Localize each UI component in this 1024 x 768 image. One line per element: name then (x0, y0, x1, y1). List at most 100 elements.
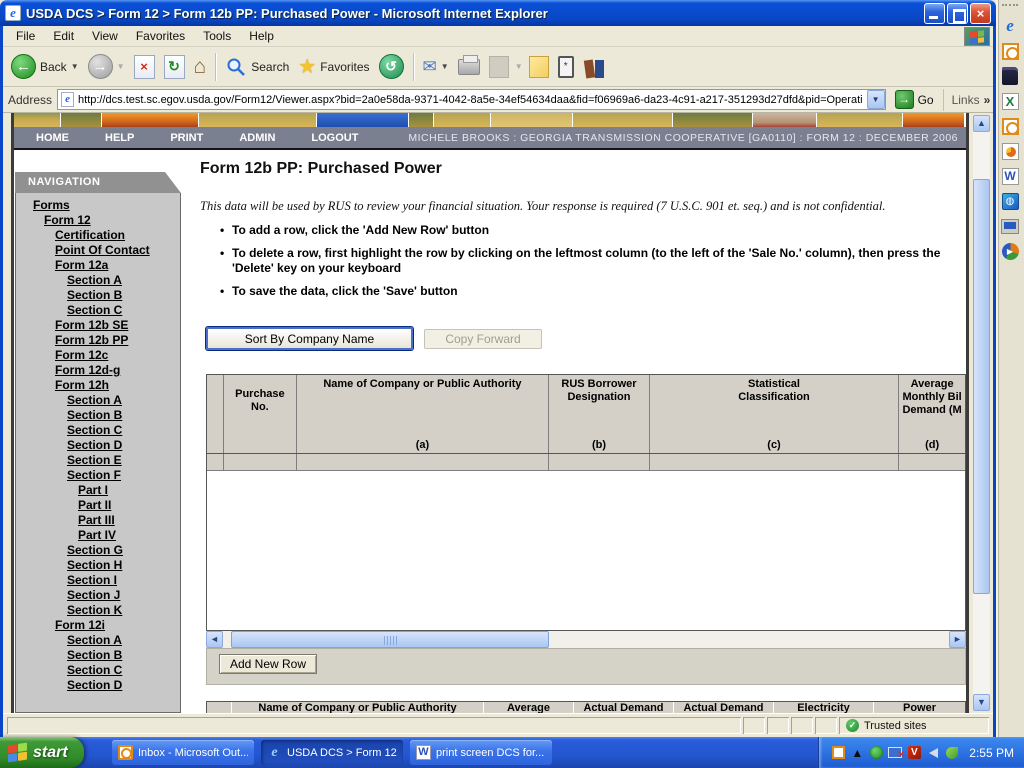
address-book-icon[interactable] (1000, 66, 1020, 86)
sidebar-link[interactable]: Form 12d-g (16, 363, 180, 378)
start-button[interactable]: start (0, 737, 84, 768)
site-nav-link[interactable]: ADMIN (239, 132, 275, 144)
menu-item[interactable]: View (83, 27, 127, 45)
scroll-left-arrow[interactable]: ◄ (206, 631, 223, 648)
edit-button[interactable] (486, 55, 512, 79)
scrollbar-thumb[interactable] (973, 179, 990, 594)
history-button[interactable]: ↺ (376, 53, 407, 80)
row-selector-header[interactable] (207, 375, 224, 453)
sidebar-link[interactable]: Section C (16, 663, 180, 678)
sort-by-company-button[interactable]: Sort By Company Name (206, 327, 413, 350)
table-cell[interactable] (224, 454, 297, 470)
table-cell[interactable] (899, 454, 965, 470)
media-player-icon[interactable]: ▶ (1000, 241, 1020, 261)
menu-item[interactable]: Favorites (127, 27, 194, 45)
sidebar-link[interactable]: Section A (16, 633, 180, 648)
sidebar-link[interactable]: Part IV (16, 528, 180, 543)
discuss-button[interactable] (526, 55, 552, 79)
sidebar-link[interactable]: Section C (16, 303, 180, 318)
minimize-button[interactable] (924, 3, 945, 24)
print-button[interactable] (455, 58, 483, 76)
sidebar-link[interactable]: Section E (16, 453, 180, 468)
sidebar-link[interactable]: Section D (16, 678, 180, 693)
site-nav-link[interactable]: LOGOUT (311, 132, 358, 144)
sidebar-link[interactable]: Section B (16, 648, 180, 663)
scroll-down-arrow[interactable]: ▼ (973, 694, 990, 711)
sidebar-link[interactable]: Section J (16, 588, 180, 603)
sidebar-link[interactable]: Forms (16, 198, 180, 213)
address-input[interactable]: e http://dcs.test.sc.egov.usda.gov/Form1… (57, 89, 886, 110)
word-icon[interactable]: W (1000, 166, 1020, 186)
messenger-button[interactable]: * (555, 55, 577, 79)
sidebar-link[interactable]: Section C (16, 423, 180, 438)
address-dropdown[interactable]: ▼ (867, 90, 885, 109)
tray-update-icon[interactable] (945, 746, 959, 760)
forward-dropdown-icon[interactable]: ▼ (117, 62, 125, 71)
mail-dropdown-icon[interactable]: ▼ (441, 62, 449, 71)
table-cell[interactable] (650, 454, 899, 470)
sidebar-link[interactable]: Section F (16, 468, 180, 483)
sidebar-link[interactable]: Form 12i (16, 618, 180, 633)
tray-network-offline-icon[interactable] (888, 746, 902, 760)
scrollbar-thumb[interactable] (231, 631, 549, 648)
sidebar-link[interactable]: Section B (16, 408, 180, 423)
task-ie-active[interactable]: e USDA DCS > Form 12... (261, 740, 403, 765)
sidebar-link[interactable]: Form 12c (16, 348, 180, 363)
sidebar-link[interactable]: Part II (16, 498, 180, 513)
sidebar-link[interactable]: Form 12b PP (16, 333, 180, 348)
task-word[interactable]: W print screen DCS for... (410, 740, 552, 765)
sidebar-link[interactable]: Section A (16, 393, 180, 408)
sidebar-link[interactable]: Section D (16, 438, 180, 453)
copy-forward-button[interactable]: Copy Forward (424, 329, 542, 349)
sidebar-link[interactable]: Section B (16, 288, 180, 303)
task-outlook[interactable]: Inbox - Microsoft Out... (112, 740, 254, 765)
edit-dropdown-icon[interactable]: ▼ (515, 62, 523, 71)
favorites-button[interactable]: ★ Favorites (295, 53, 372, 80)
powerpoint-icon[interactable] (1000, 141, 1020, 161)
sidebar-link[interactable]: Form 12 (16, 213, 180, 228)
tray-clock-icon[interactable] (831, 746, 845, 760)
tray-antivirus-icon[interactable]: V (907, 746, 921, 760)
ie-icon[interactable]: e (1000, 16, 1020, 36)
table-horizontal-scrollbar[interactable]: ◄ ► (206, 631, 966, 648)
home-button[interactable]: ⌂ (191, 54, 210, 80)
table-cell[interactable] (549, 454, 650, 470)
sidebar-link[interactable]: Section A (16, 273, 180, 288)
scrollbar-track[interactable] (223, 631, 949, 648)
go-button[interactable]: → Go (891, 89, 938, 110)
menu-item[interactable]: File (7, 27, 44, 45)
frontpage-icon[interactable]: ◍ (1000, 191, 1020, 211)
outlook-clock-icon[interactable] (1000, 41, 1020, 61)
restore-button[interactable] (947, 3, 968, 24)
schedule-clock-icon[interactable] (1000, 116, 1020, 136)
sidebar-link[interactable]: Section K (16, 603, 180, 618)
menu-item[interactable]: Help (240, 27, 283, 45)
sidebar-link[interactable]: Part I (16, 483, 180, 498)
my-computer-icon[interactable] (1000, 216, 1020, 236)
forward-button[interactable]: → ▼ (85, 53, 128, 80)
links-toolbar[interactable]: Links » (943, 89, 995, 111)
sidebar-link[interactable]: Form 12b SE (16, 318, 180, 333)
scroll-up-arrow[interactable]: ▲ (973, 115, 990, 132)
menu-item[interactable]: Tools (194, 27, 240, 45)
search-button[interactable]: Search (222, 55, 292, 79)
research-button[interactable] (580, 55, 610, 79)
sidebar-link[interactable]: Form 12h (16, 378, 180, 393)
back-dropdown-icon[interactable]: ▼ (71, 62, 79, 71)
sidebar-link[interactable]: Section I (16, 573, 180, 588)
sidebar-link[interactable]: Form 12a (16, 258, 180, 273)
back-button[interactable]: ← Back ▼ (8, 53, 82, 80)
sidebar-link[interactable]: Part III (16, 513, 180, 528)
stop-button[interactable]: × (131, 54, 158, 80)
table-cell[interactable] (207, 454, 224, 470)
clock[interactable]: 2:55 PM (969, 746, 1014, 760)
sidebar-link[interactable]: Point Of Contact (16, 243, 180, 258)
refresh-button[interactable]: ↻ (161, 54, 188, 80)
tray-network-globe-icon[interactable] (869, 746, 883, 760)
mail-button[interactable]: ✉ ▼ (420, 56, 452, 78)
site-nav-link[interactable]: HELP (105, 132, 134, 144)
add-new-row-button[interactable]: Add New Row (219, 654, 317, 674)
sidebar-link[interactable]: Section H (16, 558, 180, 573)
site-nav-link[interactable]: HOME (36, 132, 69, 144)
tray-volume-icon[interactable] (926, 746, 940, 760)
